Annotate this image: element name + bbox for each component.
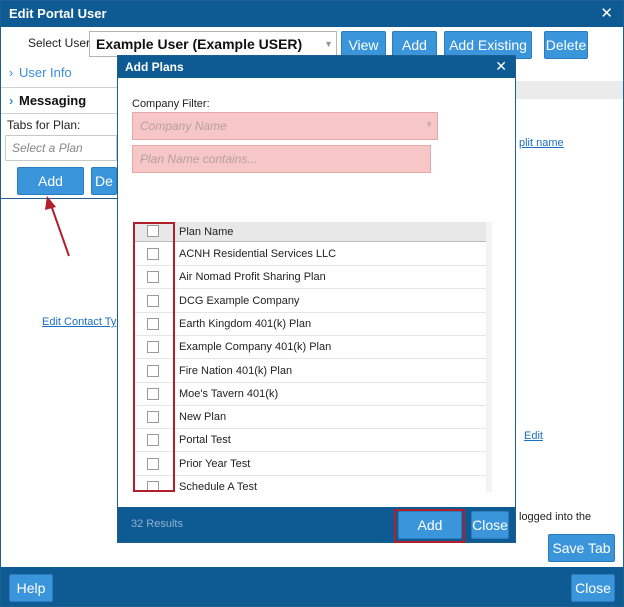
save-tab-button[interactable]: Save Tab [548,534,615,562]
plan-name: Moe's Tavern 401(k) [179,387,279,400]
table-row[interactable]: DCG Example Company [135,289,486,313]
table-row[interactable]: ACNH Residential Services LLC [135,243,486,266]
plan-name: Fire Nation 401(k) Plan [179,364,293,377]
plan-name: Air Nomad Profit Sharing Plan [179,271,326,284]
plans-grid: Plan Name ACNH Residential Services LLC A… [134,222,486,492]
main-footer: Help Close [1,567,623,606]
help-button[interactable]: Help [9,574,53,602]
table-row[interactable]: New Plan [135,406,486,430]
plan-name: ACNH Residential Services LLC [179,248,337,260]
edit-link[interactable]: Edit [524,430,543,442]
table-row[interactable]: Fire Nation 401(k) Plan [135,359,486,383]
background-header-strip [516,81,623,99]
table-row[interactable]: Earth Kingdom 401(k) Plan [135,312,486,336]
modal-titlebar: Add Plans ✕ [118,56,515,78]
add-plans-highlight [394,509,465,543]
plan-name: Portal Test [179,434,231,447]
table-row[interactable]: Example Company 401(k) Plan [135,336,486,360]
table-row[interactable]: Air Nomad Profit Sharing Plan [135,266,486,290]
plan-name: Example Company 401(k) Plan [179,341,332,354]
company-name-select[interactable]: Company Name ▼ [132,112,438,140]
table-row[interactable]: Prior Year Test [135,452,486,476]
grid-header: Plan Name [135,222,486,242]
plan-name-column-header[interactable]: Plan Name [179,226,233,238]
plan-name-filter-input[interactable]: Plan Name contains... [132,145,431,173]
checkbox-column-highlight [133,222,175,492]
plan-name: Schedule A Test [179,481,258,492]
split-name-link[interactable]: plit name [519,137,564,149]
results-count: 32 Results [131,518,183,530]
table-row[interactable]: Portal Test [135,429,486,453]
table-row[interactable]: Schedule A Test [135,476,486,492]
modal-close-icon[interactable]: ✕ [495,58,507,75]
edit-portal-user-window: Edit Portal User ✕ Select User: Example … [0,0,624,607]
logged-into-text: logged into the [519,511,592,523]
plan-name-placeholder: Plan Name contains... [140,152,258,166]
close-window-button[interactable]: Close [571,574,615,602]
plan-name: Prior Year Test [179,457,251,470]
company-filter-label: Company Filter: [132,98,210,110]
grid-scrollbar[interactable] [486,222,492,492]
plan-name: New Plan [179,411,227,424]
plan-name: Earth Kingdom 401(k) Plan [179,317,312,330]
chevron-down-icon: ▼ [425,120,433,129]
modal-title: Add Plans [125,60,184,74]
table-row[interactable]: Moe's Tavern 401(k) [135,382,486,406]
company-name-placeholder: Company Name [140,119,227,133]
add-plans-modal: Add Plans ✕ Company Filter: Company Name… [117,55,516,559]
modal-close-button[interactable]: Close [471,511,509,539]
plan-name: DCG Example Company [179,294,300,307]
